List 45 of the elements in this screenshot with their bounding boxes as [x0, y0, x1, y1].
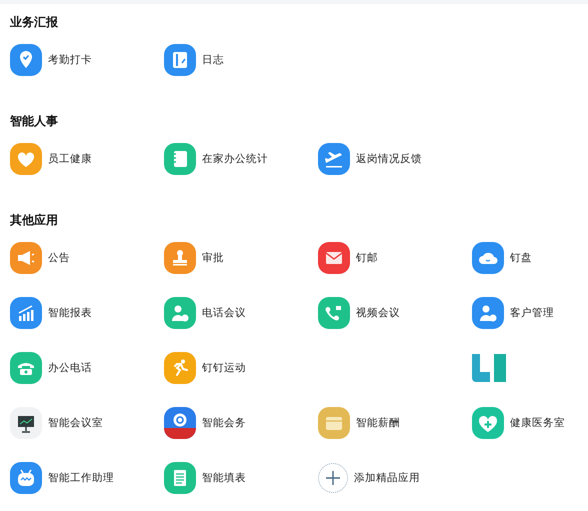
- runner-icon[interactable]: [164, 352, 196, 384]
- app-label[interactable]: 钉钉运动: [202, 360, 246, 374]
- document-icon[interactable]: [164, 462, 196, 494]
- app-label[interactable]: 视频会议: [356, 306, 400, 320]
- app-label[interactable]: 日志: [202, 52, 224, 66]
- heart-plus-icon[interactable]: [472, 406, 504, 438]
- stamp-icon[interactable]: [164, 242, 196, 274]
- app-label[interactable]: 智能填表: [202, 470, 246, 484]
- presentation-board-icon[interactable]: [10, 406, 42, 438]
- app-label[interactable]: 审批: [202, 250, 224, 264]
- notebook-icon[interactable]: [164, 142, 196, 174]
- app-label[interactable]: 电话会议: [202, 306, 246, 320]
- app-label[interactable]: 智能会议室: [48, 416, 103, 430]
- telephone-icon[interactable]: [10, 352, 42, 384]
- plus-icon: [325, 470, 341, 486]
- app-label[interactable]: 返岗情况反馈: [356, 152, 422, 166]
- airplane-icon[interactable]: [318, 142, 350, 174]
- wallet-icon[interactable]: [318, 406, 350, 438]
- section-title: 业务汇报: [10, 14, 59, 31]
- app-label[interactable]: 钉盘: [510, 250, 532, 264]
- section-title: 其他应用: [10, 212, 59, 229]
- app-label[interactable]: 健康医务室: [510, 416, 565, 430]
- logo-icon[interactable]: [472, 354, 506, 382]
- app-label[interactable]: 智能报表: [48, 306, 92, 320]
- add-button[interactable]: [318, 462, 348, 492]
- megaphone-icon[interactable]: [10, 242, 42, 274]
- bar-chart-icon[interactable]: [10, 296, 42, 328]
- app-label[interactable]: 在家办公统计: [202, 152, 268, 166]
- app-label[interactable]: 智能薪酬: [356, 416, 400, 430]
- app-label[interactable]: 办公电话: [48, 360, 92, 374]
- robot-icon[interactable]: [10, 462, 42, 494]
- app-label[interactable]: 智能工作助理: [48, 470, 114, 484]
- app-label[interactable]: 员工健康: [48, 152, 92, 166]
- envelope-icon[interactable]: [318, 242, 350, 274]
- app-label[interactable]: 公告: [48, 250, 70, 264]
- video-call-icon[interactable]: [318, 296, 350, 328]
- app-label[interactable]: 钉邮: [356, 250, 378, 264]
- app-label[interactable]: 添加精品应用: [354, 470, 420, 484]
- map-pin-icon[interactable]: [10, 44, 42, 76]
- cloud-icon[interactable]: [472, 242, 504, 274]
- app-label[interactable]: 客户管理: [510, 306, 554, 320]
- app-label[interactable]: 智能会务: [202, 416, 246, 430]
- app-label[interactable]: 考勤打卡: [48, 52, 92, 66]
- notebook-icon[interactable]: [164, 44, 196, 76]
- section-title: 智能人事: [10, 113, 59, 130]
